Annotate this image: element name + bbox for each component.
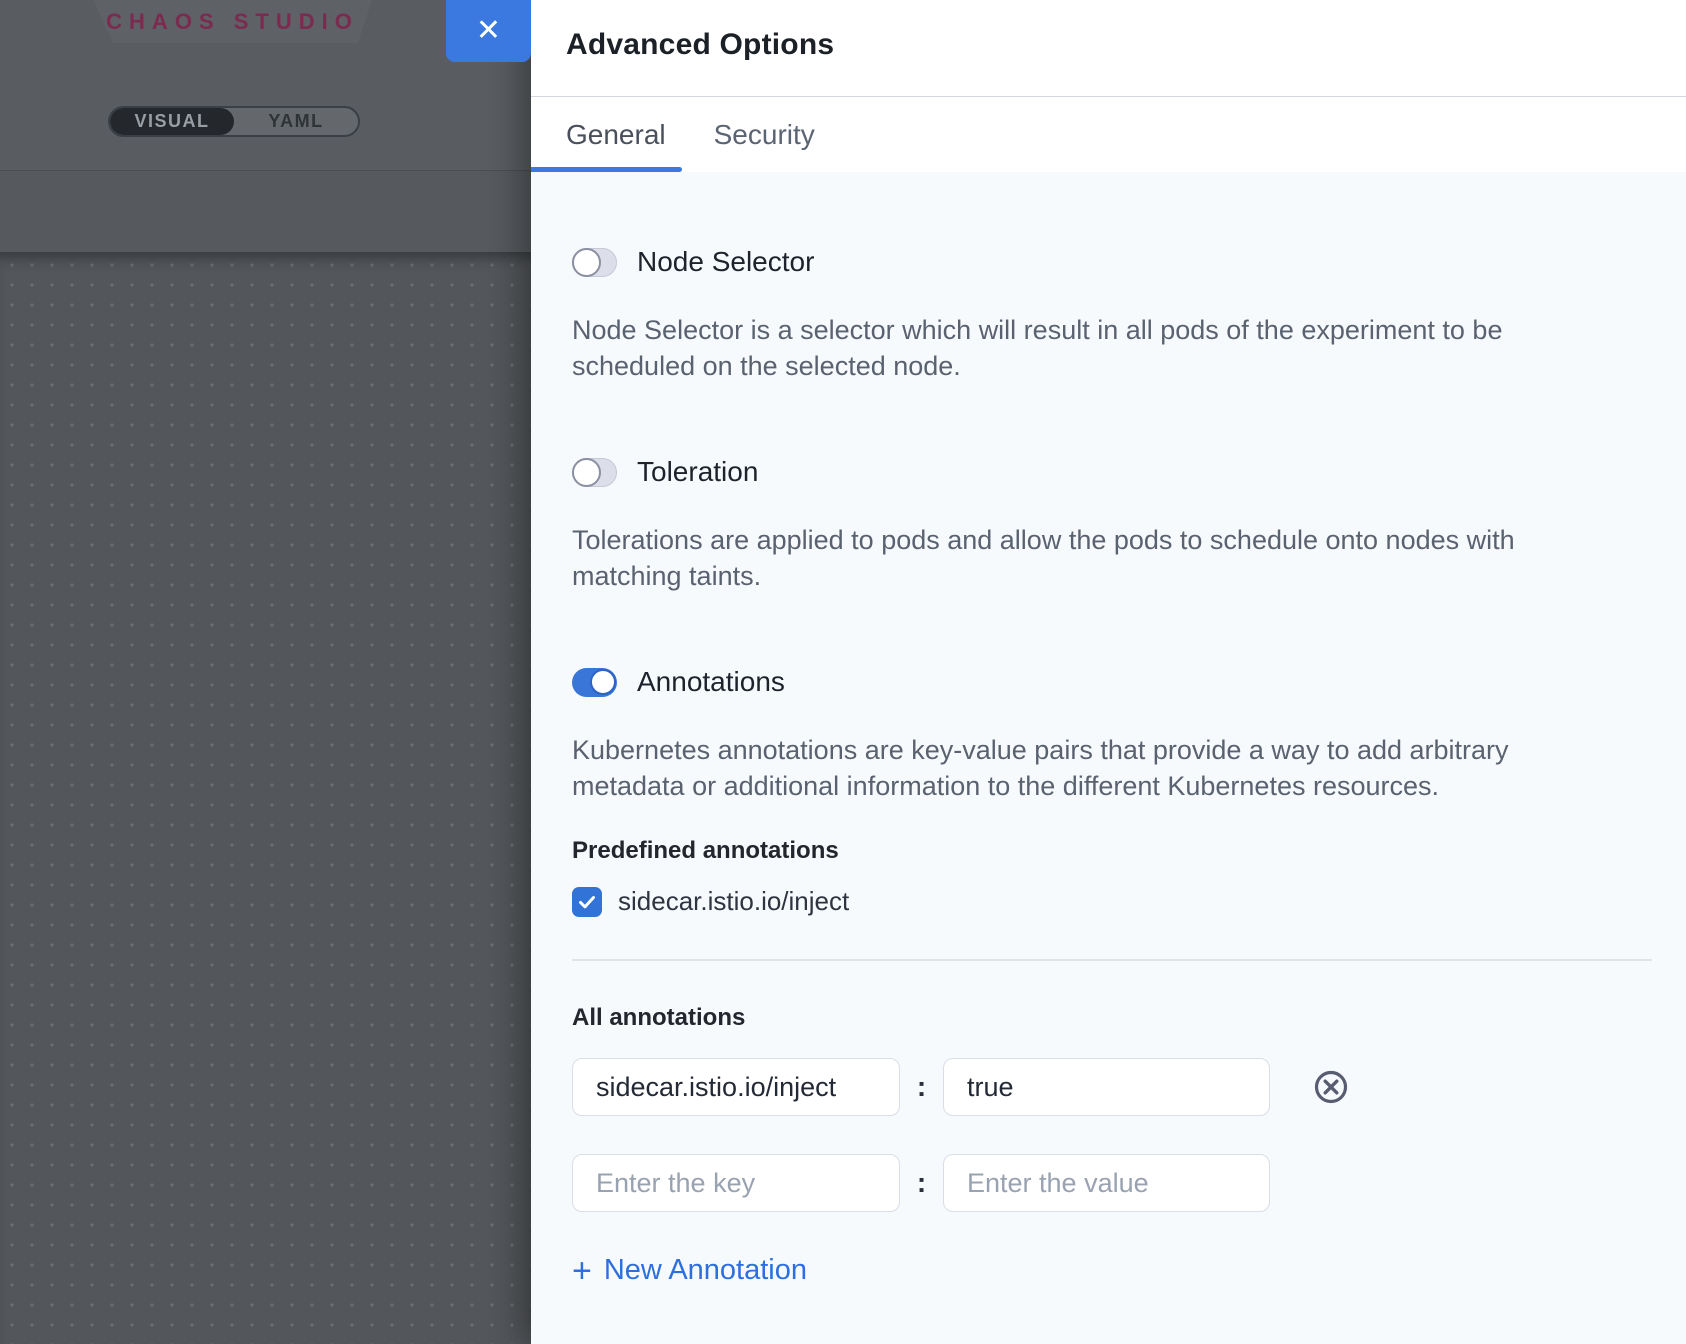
checkmark-icon: [576, 891, 598, 913]
toleration-row: Toleration: [572, 456, 1620, 488]
annotation-value-input[interactable]: [943, 1058, 1270, 1116]
tab-general[interactable]: General: [566, 119, 666, 151]
toggle-knob: [572, 248, 601, 277]
node-selector-row: Node Selector: [572, 246, 1620, 278]
annotation-key-input[interactable]: [572, 1154, 900, 1212]
predefined-annotations-heading: Predefined annotations: [572, 836, 1620, 866]
app-stage: CHAOS STUDIO VISUAL YAML ✕ Advanced Opti…: [0, 0, 1686, 1344]
toggle-knob: [572, 458, 601, 487]
annotation-value-input[interactable]: [943, 1154, 1270, 1212]
predefined-annotation-item: sidecar.istio.io/inject: [572, 886, 1620, 917]
new-annotation-label: New Annotation: [604, 1254, 807, 1287]
annotations-label: Annotations: [637, 666, 785, 698]
drawer-title: Advanced Options: [566, 28, 1686, 62]
annotations-toggle[interactable]: [572, 668, 617, 697]
annotation-key-input[interactable]: [572, 1058, 900, 1116]
canvas-dotted-grid: [0, 252, 531, 1344]
key-value-separator: :: [900, 1167, 943, 1199]
new-annotation-button[interactable]: + New Annotation: [572, 1254, 807, 1287]
circle-cross-icon: [1313, 1069, 1349, 1105]
toleration-toggle[interactable]: [572, 458, 617, 487]
annotation-row-empty: :: [572, 1154, 1620, 1212]
node-selector-toggle[interactable]: [572, 248, 617, 277]
chaos-studio-banner: CHAOS STUDIO: [93, 0, 372, 43]
view-mode-switch[interactable]: VISUAL YAML: [108, 106, 360, 137]
general-tab-panel: Node Selector Node Selector is a selecto…: [531, 172, 1686, 1344]
all-annotations-heading: All annotations: [572, 1003, 1620, 1033]
chaos-canvas-dimmed: CHAOS STUDIO VISUAL YAML: [0, 0, 531, 1344]
annotations-row: Annotations: [572, 666, 1620, 698]
tab-security[interactable]: Security: [714, 119, 815, 151]
toggle-knob: [590, 669, 616, 695]
node-selector-label: Node Selector: [637, 246, 814, 278]
sidecar-inject-checkbox[interactable]: [572, 887, 602, 917]
delete-annotation-button[interactable]: [1313, 1069, 1349, 1105]
drawer-close-button[interactable]: ✕: [446, 0, 531, 62]
annotation-row: :: [572, 1058, 1620, 1116]
node-selector-description: Node Selector is a selector which will r…: [572, 312, 1620, 384]
toleration-label: Toleration: [637, 456, 758, 488]
section-divider: [572, 959, 1652, 961]
visual-tab[interactable]: VISUAL: [110, 108, 234, 135]
drawer-header: Advanced Options: [531, 0, 1686, 97]
yaml-tab[interactable]: YAML: [234, 108, 358, 135]
chaos-studio-title: CHAOS STUDIO: [106, 9, 359, 35]
key-value-separator: :: [900, 1071, 943, 1103]
close-icon: ✕: [476, 16, 501, 46]
drawer-tabbar: General Security: [531, 97, 1686, 172]
plus-icon: +: [572, 1257, 592, 1285]
advanced-options-drawer: Advanced Options General Security Node S…: [531, 0, 1686, 1344]
annotations-description: Kubernetes annotations are key-value pai…: [572, 732, 1620, 804]
sidecar-inject-label: sidecar.istio.io/inject: [618, 886, 849, 917]
canvas-toolbar-band: [0, 171, 531, 252]
toleration-description: Tolerations are applied to pods and allo…: [572, 522, 1620, 594]
